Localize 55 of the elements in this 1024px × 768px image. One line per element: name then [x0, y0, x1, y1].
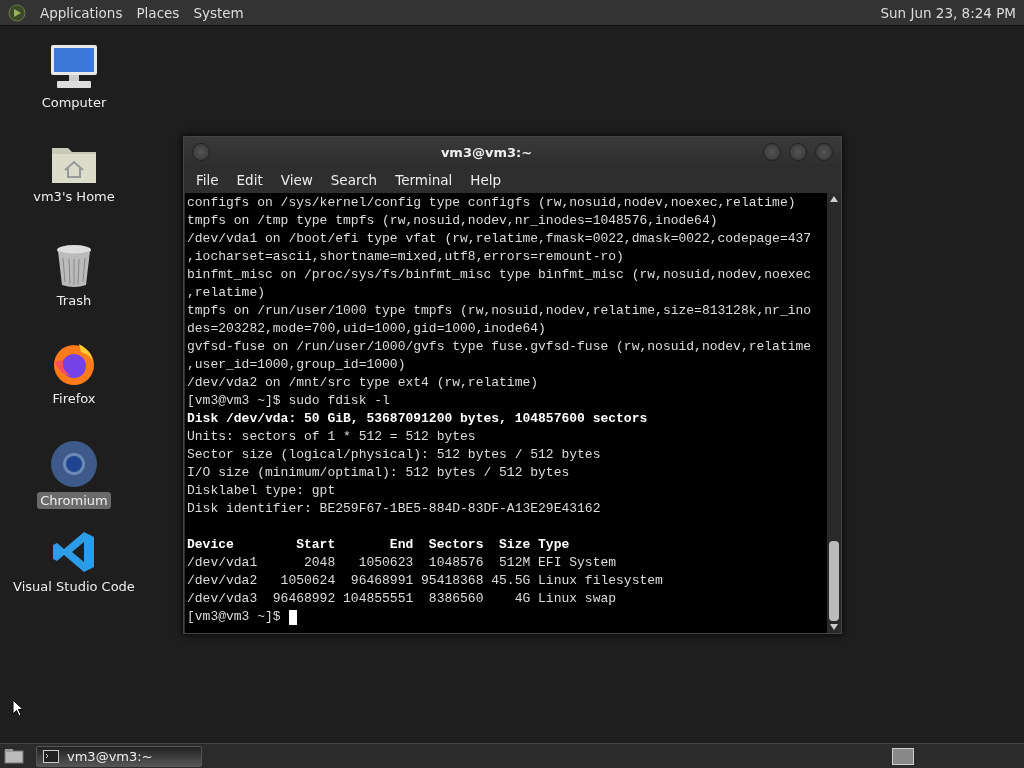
scrollbar[interactable] — [827, 193, 841, 633]
scrollbar-thumb[interactable] — [829, 541, 839, 621]
terminal-line: configfs on /sys/kernel/config type configfs (rw,nosuid,nodev,noexec,relatime) — [187, 195, 796, 210]
terminal-line: Units: sectors of 1 * 512 = 512 bytes — [187, 429, 476, 444]
terminal-line: des=203282,mode=700,uid=1000,gid=1000,inode64) — [187, 321, 546, 336]
scroll-up-arrow-icon[interactable] — [830, 196, 838, 202]
desktop-icon-label[interactable]: Computer — [38, 94, 110, 111]
terminal-line: gvfsd-fuse on /run/user/1000/gvfs type fuse.gvfsd-fuse (rw,nosuid,nodev,relatime — [187, 339, 812, 354]
show-desktop-icon[interactable] — [4, 748, 24, 764]
scroll-down-arrow-icon[interactable] — [830, 624, 838, 630]
terminal-line: /dev/vda1 on /boot/efi type vfat (rw,relatime,fmask=0022,dmask=0022,codepage=437 — [187, 231, 812, 246]
mouse-pointer-icon — [12, 699, 24, 717]
menu-item[interactable]: Search — [322, 170, 386, 190]
menu-item[interactable]: Edit — [228, 170, 271, 190]
terminal-line: Disk /dev/vda: 50 GiB, 53687091200 bytes, 104857600 sectors — [187, 411, 648, 426]
menu-item[interactable]: View — [272, 170, 321, 190]
terminal-line: Sector size (logical/physical): 512 bytes / 512 bytes — [187, 447, 601, 462]
terminal-line: tmpfs on /run/user/1000 type tmpfs (rw,nosuid,nodev,relatime,size=813128k,nr_ino — [187, 303, 812, 318]
terminal-line: Disk identifier: BE259F67-1BE5-884D-83DF-A13E29E43162 — [187, 501, 601, 516]
desktop-icon-label[interactable]: Chromium — [37, 492, 111, 509]
desktop-icon-label[interactable]: Firefox — [49, 390, 99, 407]
menu-item[interactable]: Help — [462, 170, 510, 190]
terminal-line: Device Start End Sectors Size Type — [187, 537, 570, 552]
taskbar-button[interactable]: vm3@vm3:~ — [36, 745, 202, 767]
terminal-line: tmpfs on /tmp type tmpfs (rw,nosuid,nodev,nr_inodes=1048576,inode64) — [187, 213, 718, 228]
desktop-icon-label[interactable]: Visual Studio Code — [10, 578, 138, 595]
trash-icon[interactable] — [55, 244, 93, 288]
code-editor-icon[interactable] — [52, 530, 96, 574]
clock[interactable]: Sun Jun 23, 8:24 PM — [880, 4, 1016, 21]
terminal-prompt: [vm3@vm3 ~]$ — [187, 608, 281, 626]
terminal-line: /dev/vda2 1050624 96468991 95418368 45.5G Linux filesystem — [187, 573, 663, 588]
workspace-switcher[interactable] — [892, 747, 914, 765]
text-cursor — [288, 609, 297, 625]
terminal-line: Disklabel type: gpt — [187, 483, 336, 498]
desktop-icon-label[interactable]: Trash — [53, 292, 95, 309]
panel-menu[interactable]: System — [193, 4, 244, 21]
terminal-line: [vm3@vm3 ~]$ sudo fdisk -l — [187, 393, 390, 408]
terminal-line: /dev/vda3 96468992 104855551 8386560 4G Linux swap — [187, 591, 617, 606]
terminal-line: I/O size (minimum/optimal): 512 bytes / 512 bytes — [187, 465, 570, 480]
window-title: vm3@vm3:~ — [439, 144, 534, 160]
desktop-icon-label[interactable]: vm3's Home — [30, 188, 118, 205]
terminal-line: ,user_id=1000,group_id=1000) — [187, 357, 406, 372]
panel-menu[interactable]: Applications — [40, 4, 123, 21]
panel-menu[interactable]: Places — [136, 4, 180, 21]
computer-icon[interactable] — [49, 44, 99, 90]
terminal-line: /dev/vda2 on /mnt/src type ext4 (rw,relatime) — [187, 375, 539, 390]
distro-logo-icon[interactable] — [8, 3, 26, 22]
terminal-line: ,iocharset=ascii,shortname=mixed,utf8,errors=remount-ro) — [187, 249, 624, 264]
menu-item[interactable]: File — [188, 170, 227, 190]
menu-item[interactable]: Terminal — [387, 170, 461, 190]
chromium-icon[interactable] — [50, 440, 98, 488]
terminal-line: /dev/vda1 2048 1050623 1048576 512M EFI System — [187, 555, 617, 570]
terminal-line: ,relatime) — [187, 285, 265, 300]
terminal-icon — [43, 749, 59, 763]
terminal-line: binfmt_misc on /proc/sys/fs/binfmt_misc type binfmt_misc (rw,nosuid,nodev,noexec — [187, 267, 812, 282]
